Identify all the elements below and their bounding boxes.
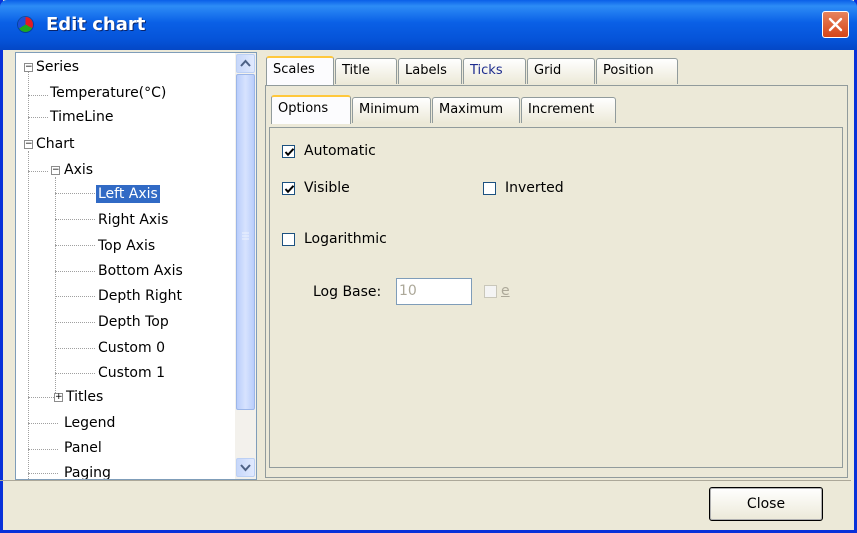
chevron-down-icon (240, 464, 251, 472)
main-tabs: Scales Title Labels Ticks Grid Position (266, 56, 846, 86)
tree-item-titles[interactable]: Titles (66, 386, 103, 408)
tree-item-top-axis[interactable]: Top Axis (98, 235, 155, 257)
tab-grid[interactable]: Grid (527, 58, 595, 84)
tree-item-chart[interactable]: Chart (36, 133, 74, 155)
tab-options[interactable]: Options (271, 95, 351, 124)
tab-scales[interactable]: Scales (266, 56, 334, 85)
tree-item-paging[interactable]: Paging (64, 462, 111, 479)
tree-item-legend[interactable]: Legend (64, 412, 115, 434)
tree-item-bottom-axis[interactable]: Bottom Axis (98, 260, 183, 282)
bottom-separator (0, 480, 851, 481)
expand-titles-icon[interactable]: + (54, 393, 63, 402)
tree-item-series[interactable]: Series (36, 56, 79, 78)
tab-minimum[interactable]: Minimum (352, 97, 431, 123)
automatic-label[interactable]: Automatic (304, 143, 376, 159)
collapse-series-icon[interactable]: − (24, 63, 33, 72)
tab-position[interactable]: Position (596, 58, 678, 84)
inverted-label[interactable]: Inverted (505, 180, 564, 196)
tree-item-left-axis[interactable]: Left Axis (96, 183, 160, 205)
tree-item-custom-0[interactable]: Custom 0 (98, 337, 165, 359)
visible-checkbox[interactable] (282, 182, 295, 195)
close-icon (828, 17, 843, 32)
scroll-up-button[interactable] (236, 54, 255, 73)
chevron-up-icon (240, 59, 251, 67)
inverted-checkbox[interactable] (483, 182, 496, 195)
grip-icon (242, 232, 249, 240)
log-base-input[interactable]: 10 (396, 278, 472, 305)
tab-title[interactable]: Title (335, 58, 397, 84)
tree-vertical-scrollbar[interactable] (235, 53, 256, 479)
collapse-chart-icon[interactable]: − (24, 140, 33, 149)
scroll-down-button[interactable] (236, 458, 255, 477)
checkmark-icon (284, 185, 295, 194)
automatic-checkbox[interactable] (282, 145, 295, 158)
tree-item-custom-1[interactable]: Custom 1 (98, 362, 165, 384)
chart-tree-view[interactable]: − Series Temperature(°C) TimeLine − Char… (15, 52, 257, 480)
tree-item-depth-right[interactable]: Depth Right (98, 285, 182, 307)
logarithmic-checkbox[interactable] (282, 233, 295, 246)
visible-label[interactable]: Visible (304, 180, 350, 196)
logarithmic-label[interactable]: Logarithmic (304, 231, 387, 247)
tree-item-axis[interactable]: Axis (64, 159, 93, 181)
log-base-label: Log Base: (313, 284, 382, 300)
e-label[interactable]: e (501, 283, 510, 299)
close-window-button[interactable] (822, 11, 849, 38)
tree-item-temperature[interactable]: Temperature(°C) (50, 82, 166, 104)
scroll-thumb[interactable] (236, 74, 255, 410)
tab-labels[interactable]: Labels (398, 58, 462, 84)
title-bar[interactable]: Edit chart (0, 0, 857, 50)
close-button[interactable]: Close (709, 487, 823, 521)
tree-item-depth-top[interactable]: Depth Top (98, 311, 169, 333)
tree-item-timeline[interactable]: TimeLine (50, 106, 113, 128)
checkmark-icon (284, 148, 295, 157)
window-title: Edit chart (46, 14, 146, 35)
e-checkbox[interactable] (484, 285, 497, 298)
tab-maximum[interactable]: Maximum (432, 97, 520, 123)
tab-increment[interactable]: Increment (521, 97, 616, 123)
tree-item-panel[interactable]: Panel (64, 437, 102, 459)
tab-ticks[interactable]: Ticks (463, 58, 526, 84)
scale-subtabs: Options Minimum Maximum Increment (271, 95, 841, 125)
collapse-axis-icon[interactable]: − (51, 166, 60, 175)
chart-app-icon (18, 17, 33, 32)
tree-item-right-axis[interactable]: Right Axis (98, 209, 168, 231)
